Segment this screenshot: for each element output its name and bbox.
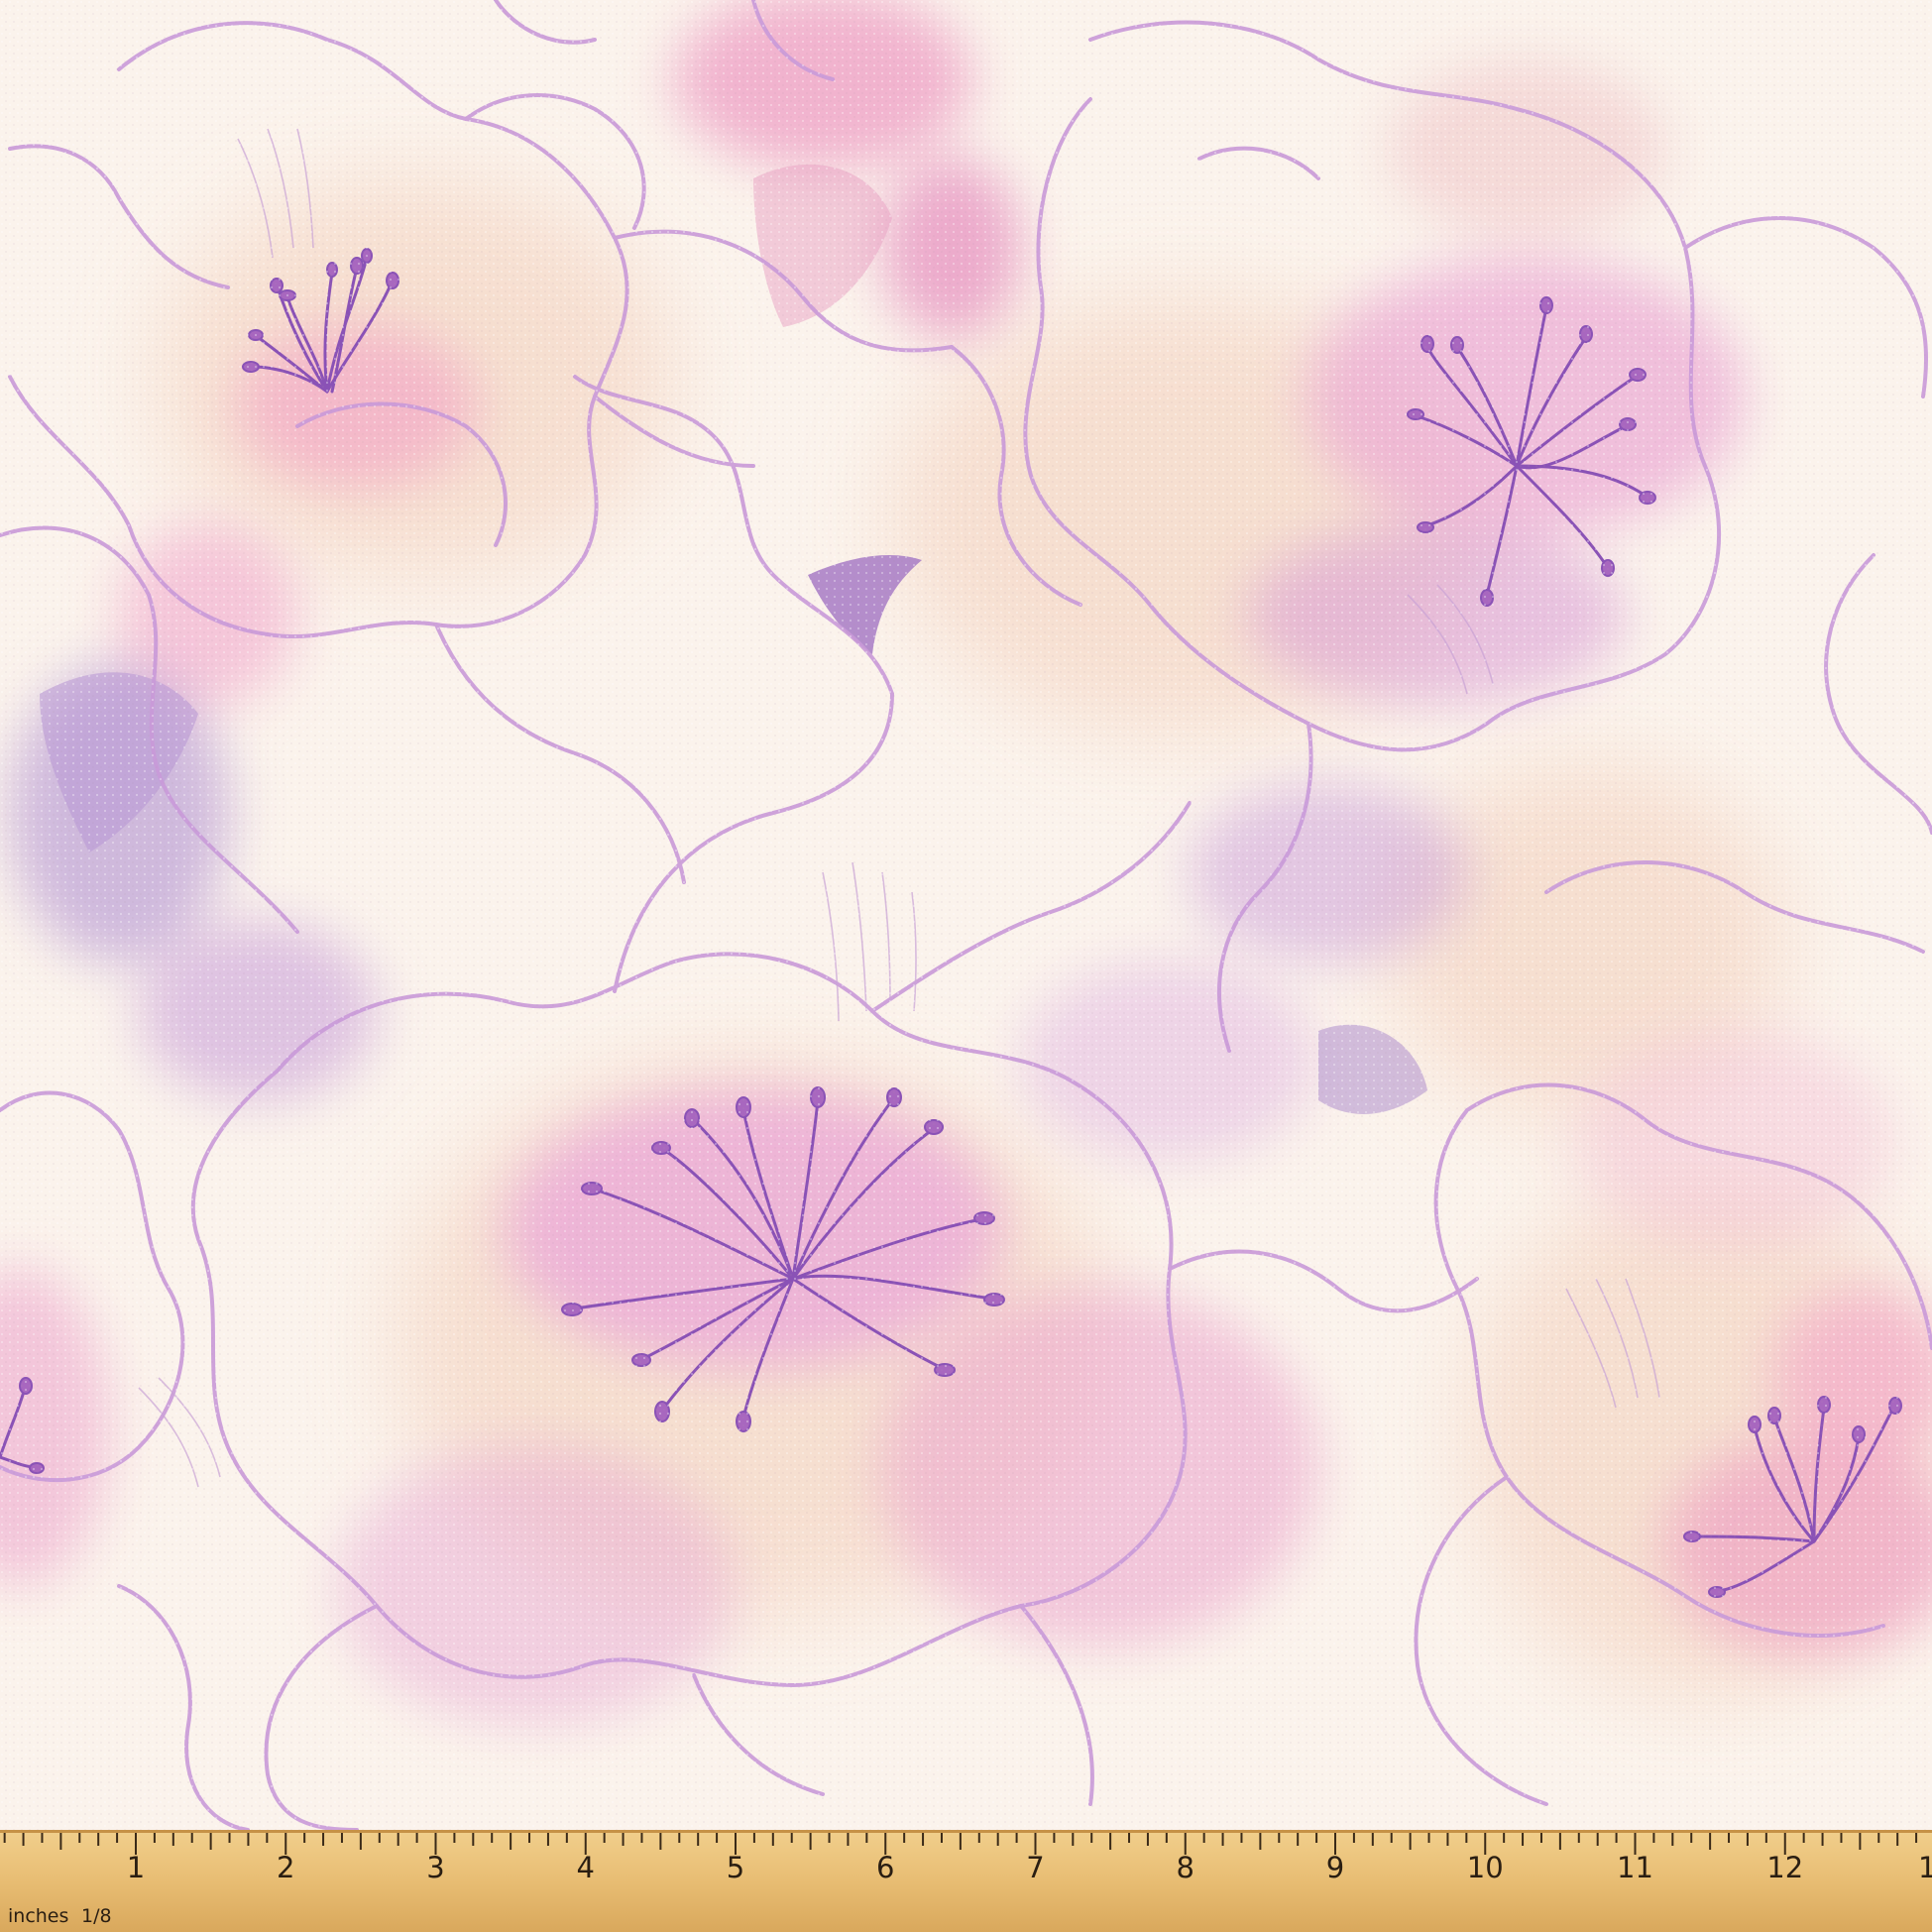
ruler-number: 12: [1766, 1851, 1803, 1884]
ruler-number: 2: [277, 1851, 294, 1884]
ruler-number: 7: [1026, 1851, 1044, 1884]
ruler-number: 8: [1177, 1851, 1194, 1884]
ruler-number: 3: [426, 1851, 444, 1884]
ruler-number: 4: [577, 1851, 595, 1884]
ruler-number: 10: [1467, 1851, 1504, 1884]
measuring-ruler: 1 2 3 4 5 6 7 8 9 10 11 12 1 inches 1/8: [0, 1830, 1932, 1932]
ruler-fraction-label: 1/8: [81, 1905, 112, 1927]
ruler-number: 5: [727, 1851, 744, 1884]
ruler-number: 1: [127, 1851, 145, 1884]
ruler-number: 6: [876, 1851, 894, 1884]
ruler-number: 11: [1617, 1851, 1653, 1884]
ruler-unit-label: inches: [8, 1905, 68, 1927]
ruler-number: 1: [1918, 1851, 1932, 1884]
product-image: 1 2 3 4 5 6 7 8 9 10 11 12 1 inches 1/8: [0, 0, 1932, 1932]
ruler-number: 9: [1326, 1851, 1344, 1884]
floral-fabric-pattern: [0, 0, 1932, 1830]
